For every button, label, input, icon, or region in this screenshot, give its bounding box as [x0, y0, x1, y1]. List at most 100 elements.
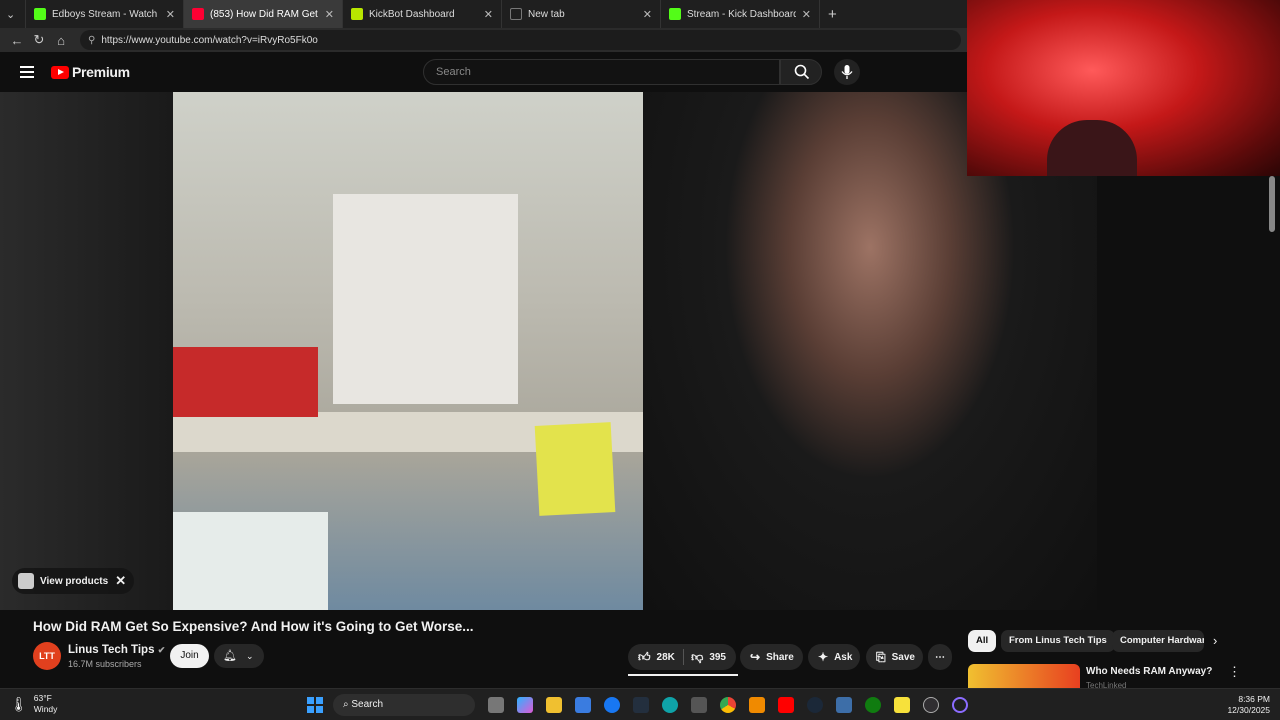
close-icon[interactable]: ✕	[484, 8, 493, 21]
video-sticky-note	[534, 422, 616, 516]
system-clock[interactable]: 8:36 PM 12/30/2025	[1227, 694, 1270, 716]
recommendation-title[interactable]: Who Needs RAM Anyway?	[1086, 666, 1212, 677]
app-icon[interactable]	[836, 697, 852, 713]
calculator-icon[interactable]	[691, 697, 707, 713]
ask-button[interactable]: ✦ Ask	[808, 644, 860, 670]
save-button[interactable]: ⎘ Save	[866, 644, 923, 670]
tab-new-tab[interactable]: New tab ✕	[502, 0, 661, 28]
edge-icon[interactable]	[662, 697, 678, 713]
url-text: https://www.youtube.com/watch?v=iRvyRo5F…	[101, 34, 318, 46]
obs-icon[interactable]	[923, 697, 939, 713]
weather-widget[interactable]: 🌡︎ 63°F Windy	[10, 693, 57, 715]
video-monitor	[173, 512, 328, 610]
youtube-play-icon	[51, 65, 69, 79]
chevron-right-icon[interactable]: ›	[1213, 633, 1217, 648]
tab-label: New tab	[528, 8, 565, 20]
channel-name[interactable]: Linus Tech Tips ✔	[68, 644, 165, 656]
channel-avatar[interactable]: LTT	[33, 642, 61, 670]
task-view-icon[interactable]	[488, 697, 504, 713]
share-button[interactable]: ↪ Share	[740, 644, 803, 670]
save-label: Save	[891, 651, 915, 663]
temperature: 63°F	[33, 693, 52, 703]
ask-label: Ask	[834, 651, 853, 663]
taskbar-search-label: Search	[351, 699, 384, 710]
url-field[interactable]: ⚲ https://www.youtube.com/watch?v=iRvyRo…	[80, 30, 961, 50]
like-dislike-group: 👍︎ 28K 👎︎ 395	[628, 644, 736, 670]
tab-label: KickBot Dashboard	[369, 8, 455, 20]
dislike-button[interactable]: 👎︎ 395	[691, 650, 726, 665]
subscriber-count: 16.7M subscribers	[68, 659, 142, 669]
share-icon: ↪	[750, 650, 761, 664]
chrome-icon[interactable]	[720, 697, 736, 713]
view-products-button[interactable]: View products ✕	[12, 568, 135, 594]
chip-from-channel[interactable]: From Linus Tech Tips	[1001, 630, 1115, 652]
tab-youtube-video[interactable]: (853) How Did RAM Get So Expens ✕	[184, 0, 343, 28]
video-box	[333, 194, 518, 404]
site-info-icon[interactable]: ⚲	[88, 35, 95, 46]
tab-label: Edboys Stream - Watch Live o	[52, 8, 160, 20]
reload-icon[interactable]: ↻	[28, 32, 50, 48]
more-vertical-icon[interactable]: ⋮	[1228, 664, 1241, 680]
more-actions-button[interactable]: ⋯	[928, 644, 952, 670]
player-letterbox	[0, 92, 173, 610]
kickbot-favicon-icon	[351, 8, 363, 20]
channel-name-text: Linus Tech Tips	[68, 644, 155, 656]
youtube-icon[interactable]	[778, 697, 794, 713]
copilot-icon[interactable]	[517, 697, 533, 713]
steam-icon[interactable]	[807, 697, 823, 713]
chip-computer-hardware[interactable]: Computer Hardware	[1112, 630, 1204, 652]
video-title: How Did RAM Get So Expensive? And How it…	[33, 619, 474, 634]
file-explorer-icon[interactable]	[546, 697, 562, 713]
tab-kick-dashboard[interactable]: Stream - Kick Dashboard ✕	[661, 0, 820, 28]
video-red-object	[173, 347, 318, 417]
new-tab-button[interactable]: +	[820, 0, 845, 28]
home-icon[interactable]: ⌂	[50, 33, 72, 48]
notification-bell-button[interactable]: 🔔︎ ⌄	[214, 644, 264, 668]
tab-kickbot-dashboard[interactable]: KickBot Dashboard ✕	[343, 0, 502, 28]
thumbs-down-icon: 👎︎	[691, 649, 704, 664]
verified-icon: ✔	[157, 645, 166, 655]
like-button[interactable]: 👍︎ 28K	[638, 650, 675, 665]
close-icon[interactable]: ✕	[802, 8, 811, 21]
sticky-notes-icon[interactable]	[894, 697, 910, 713]
vlc-icon[interactable]	[749, 697, 765, 713]
close-icon[interactable]: ✕	[166, 8, 175, 21]
chip-all[interactable]: All	[968, 630, 997, 652]
amazon-icon[interactable]	[633, 697, 649, 713]
sidebar-area	[1097, 176, 1280, 610]
bookmark-icon: ⎘	[876, 649, 886, 664]
close-icon[interactable]: ✕	[325, 8, 334, 21]
youtube-logo[interactable]: Premium	[51, 64, 130, 80]
close-icon[interactable]: ✕	[115, 573, 126, 589]
video-player[interactable]: View products ✕	[0, 92, 1097, 610]
menu-icon[interactable]	[20, 66, 34, 81]
view-products-label: View products	[40, 575, 109, 587]
store-icon[interactable]	[575, 697, 591, 713]
search-input[interactable]: Search	[423, 59, 780, 85]
tab-edboys-stream[interactable]: Edboys Stream - Watch Live o ✕	[26, 0, 184, 28]
like-count: 28K	[656, 651, 675, 663]
recommendation-thumbnail[interactable]	[968, 664, 1080, 688]
cortana-icon[interactable]	[952, 697, 968, 713]
tab-label: Stream - Kick Dashboard	[687, 8, 796, 20]
join-button[interactable]: Join	[170, 644, 209, 668]
taskbar-search[interactable]: ⌕ Search	[333, 694, 475, 716]
search-button[interactable]	[780, 59, 822, 85]
close-icon[interactable]: ✕	[643, 8, 652, 21]
tab-label: (853) How Did RAM Get So Expens	[210, 8, 319, 20]
xbox-icon[interactable]	[865, 697, 881, 713]
tab-list-button[interactable]: ⌄	[0, 0, 26, 28]
voice-search-button[interactable]	[834, 59, 860, 85]
start-button[interactable]	[307, 697, 323, 713]
back-arrow-icon[interactable]: ←	[6, 33, 28, 48]
bell-icon: 🔔︎	[223, 650, 237, 662]
product-thumbnail	[18, 573, 34, 589]
scrollbar-thumb[interactable]	[1269, 176, 1275, 232]
video-frame[interactable]	[173, 92, 1097, 610]
facebook-icon[interactable]	[604, 697, 620, 713]
weather-icon: 🌡︎	[10, 695, 28, 712]
webcam-overlay	[967, 0, 1280, 176]
address-bar-row: ← ↻ ⌂ ⚲ https://www.youtube.com/watch?v=…	[0, 28, 967, 52]
youtube-header: Premium Search	[0, 52, 967, 92]
kick-favicon-icon	[669, 8, 681, 20]
